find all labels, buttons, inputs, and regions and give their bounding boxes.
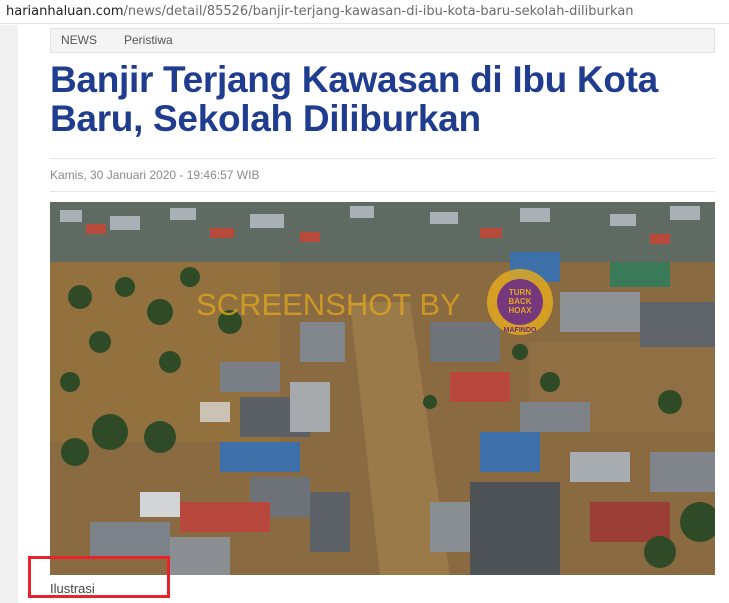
url-domain: harianhaluan.com [6,4,124,19]
breadcrumb-peristiwa[interactable]: Peristiwa [124,29,173,52]
article-date: Kamis, 30 Januari 2020 - 19:46:57 WIB [50,168,260,182]
watermark-logo: SCREENSHOT BY TURN BACK HOAX MAFINDO [196,269,553,335]
address-bar[interactable]: harianhaluan.com/news/detail/85526/banji… [0,0,729,24]
breadcrumb: NEWS Peristiwa [50,28,715,53]
badge-line-2: BACK [508,297,531,306]
left-rail [0,25,18,603]
article-title: Banjir Terjang Kawasan di Ibu Kota Baru,… [50,59,658,139]
divider [50,191,715,192]
watermark-text: SCREENSHOT BY [196,287,461,322]
url-path: /news/detail/85526/banjir-terjang-kawasa… [123,4,634,19]
badge-line-3: HOAX [508,306,532,315]
breadcrumb-news[interactable]: NEWS [61,29,97,52]
article-photo: SCREENSHOT BY TURN BACK HOAX MAFINDO [50,202,715,575]
divider [50,158,715,159]
badge-line-1: TURN [509,288,531,297]
image-caption: Ilustrasi [50,581,95,596]
badge-bottom: MAFINDO [504,327,537,334]
